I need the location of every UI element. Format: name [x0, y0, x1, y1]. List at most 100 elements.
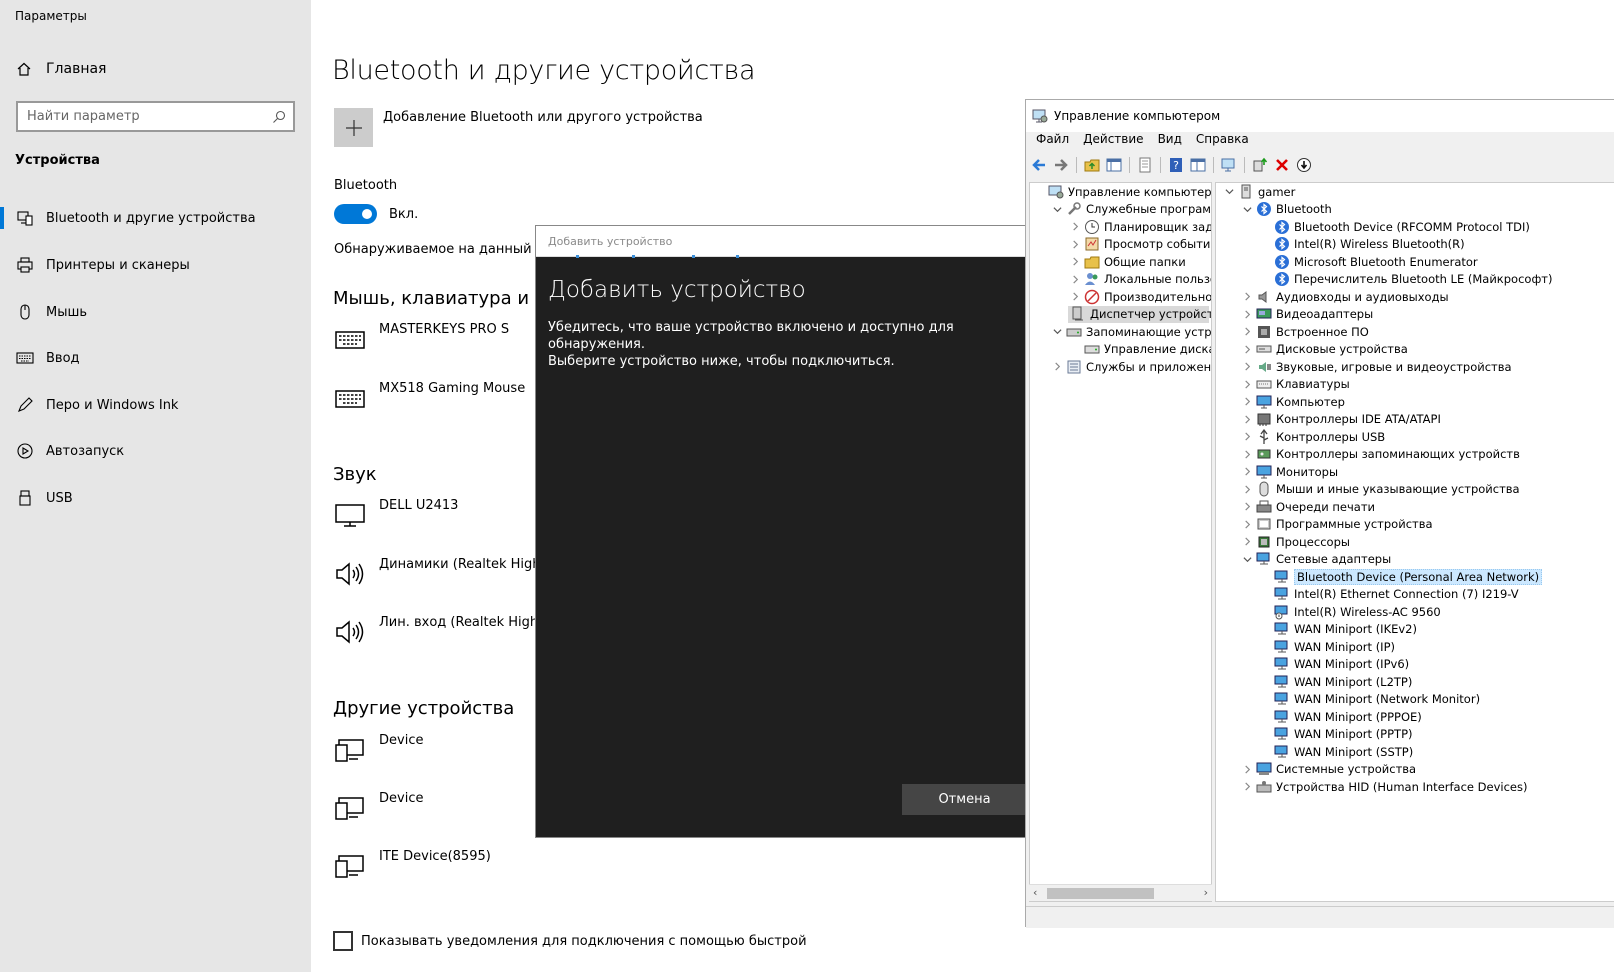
tree-item[interactable]: Общие папки [1068, 253, 1186, 270]
device-item[interactable]: DELL U2413 [334, 498, 458, 528]
bluetooth-toggle[interactable] [334, 204, 377, 224]
chevron-right-icon[interactable] [1240, 395, 1254, 409]
chevron-right-icon[interactable] [1068, 255, 1082, 269]
chevron-right-icon[interactable] [1240, 430, 1254, 444]
dialog-titlebar[interactable]: Добавить устройство [536, 226, 1025, 258]
tree-item[interactable]: Bluetooth Device (Personal Area Network) [1258, 568, 1543, 585]
scan-hardware-icon[interactable] [1220, 157, 1238, 173]
tree-item[interactable]: Службы и приложения [1050, 358, 1211, 375]
tree-item[interactable]: Управление компьютером (л [1032, 183, 1211, 200]
tree-item[interactable]: Планировщик заданий [1068, 218, 1211, 235]
chevron-down-icon[interactable] [1050, 325, 1064, 339]
cancel-button[interactable]: Отмена [902, 784, 1027, 815]
search-box[interactable] [16, 101, 295, 132]
tree-item[interactable]: Процессоры [1240, 533, 1350, 550]
tree-item[interactable]: Диспетчер устройств [1068, 305, 1211, 323]
tree-item[interactable]: Контроллеры запоминающих устройств [1240, 446, 1520, 463]
chevron-down-icon[interactable] [1222, 185, 1236, 199]
tree-item[interactable]: Просмотр событий [1068, 236, 1211, 253]
tree-item[interactable]: Клавиатуры [1240, 376, 1350, 393]
scroll-left-icon[interactable]: ‹ [1033, 886, 1037, 899]
chevron-right-icon[interactable] [1240, 762, 1254, 776]
tree-item[interactable]: WAN Miniport (PPTP) [1258, 726, 1413, 743]
sidebar-item-pen[interactable]: Перо и Windows Ink [0, 385, 311, 425]
chevron-right-icon[interactable] [1068, 220, 1082, 234]
forward-icon[interactable] [1052, 157, 1070, 173]
sidebar-item-input[interactable]: Ввод [0, 338, 311, 378]
update-driver-icon[interactable] [1251, 157, 1269, 173]
chevron-right-icon[interactable] [1240, 307, 1254, 321]
chevron-right-icon[interactable] [1240, 377, 1254, 391]
up-folder-icon[interactable] [1083, 157, 1101, 173]
chevron-right-icon[interactable] [1050, 360, 1064, 374]
tree-item[interactable]: Мыши и иные указывающие устройства [1240, 481, 1520, 498]
menu-action[interactable]: Действие [1083, 132, 1143, 152]
sidebar-item-mouse[interactable]: Мышь [0, 292, 311, 332]
tree-item[interactable]: Встроенное ПО [1240, 323, 1369, 340]
tree-item[interactable]: Компьютер [1240, 393, 1345, 410]
swift-pair-checkbox-row[interactable]: Показывать уведомления для подключения с… [333, 931, 807, 951]
scroll-right-icon[interactable]: › [1204, 886, 1208, 899]
chevron-right-icon[interactable] [1240, 447, 1254, 461]
tree-item[interactable]: Bluetooth [1240, 201, 1332, 218]
swift-pair-checkbox[interactable] [333, 931, 353, 951]
tree-item[interactable]: Очереди печати [1240, 498, 1375, 515]
tree-item[interactable]: Служебные программы [1050, 201, 1211, 218]
chevron-right-icon[interactable] [1240, 500, 1254, 514]
tree-item[interactable]: Видеоадаптеры [1240, 306, 1373, 323]
tree-item[interactable]: WAN Miniport (IPv6) [1258, 656, 1409, 673]
tree-item[interactable]: Дисковые устройства [1240, 341, 1408, 358]
sidebar-item-usb[interactable]: USB [0, 478, 311, 518]
tree-item[interactable]: Производительность [1068, 288, 1211, 305]
mmc-titlebar[interactable]: Управление компьютером [1026, 100, 1614, 132]
tree-item[interactable]: Локальные пользовате [1068, 271, 1211, 288]
search-input[interactable] [18, 103, 258, 130]
sidebar-item-autoplay[interactable]: Автозапуск [0, 431, 311, 471]
tree-item[interactable]: Программные устройства [1240, 516, 1433, 533]
sidebar-item-bluetooth[interactable]: Bluetooth и другие устройства [0, 198, 311, 238]
device-item[interactable]: ITE Device(8595) [334, 849, 491, 879]
device-item[interactable]: MASTERKEYS PRO S [334, 322, 509, 352]
tree-item[interactable]: WAN Miniport (IKEv2) [1258, 621, 1417, 638]
tree-item[interactable]: Intel(R) Wireless-AC 9560 [1258, 603, 1441, 620]
tree-item[interactable]: Мониторы [1240, 463, 1338, 480]
chevron-right-icon[interactable] [1240, 465, 1254, 479]
chevron-right-icon[interactable] [1240, 517, 1254, 531]
tree-item[interactable]: Сетевые адаптеры [1240, 551, 1391, 568]
tree-item[interactable]: WAN Miniport (SSTP) [1258, 743, 1413, 760]
chevron-down-icon[interactable] [1240, 552, 1254, 566]
tree-item[interactable]: Контроллеры IDE ATA/ATAPI [1240, 411, 1441, 428]
chevron-right-icon[interactable] [1240, 325, 1254, 339]
chevron-right-icon[interactable] [1240, 342, 1254, 356]
tree-item[interactable]: Intel(R) Wireless Bluetooth(R) [1258, 236, 1465, 253]
tree-item[interactable]: Перечислитель Bluetooth LE (Майкрософт) [1258, 271, 1552, 288]
back-icon[interactable] [1030, 157, 1048, 173]
tree-item[interactable]: Bluetooth Device (RFCOMM Protocol TDI) [1258, 218, 1530, 235]
uninstall-icon[interactable] [1273, 157, 1291, 173]
chevron-right-icon[interactable] [1240, 535, 1254, 549]
tree-item[interactable]: Устройства HID (Human Interface Devices) [1240, 778, 1527, 795]
add-device-label[interactable]: Добавление Bluetooth или другого устройс… [383, 110, 703, 125]
sidebar-item-printers[interactable]: Принтеры и сканеры [0, 245, 311, 285]
horizontal-scrollbar[interactable]: ‹ › [1029, 884, 1212, 901]
disable-device-icon[interactable] [1295, 157, 1313, 173]
search-icon[interactable] [272, 110, 286, 124]
tree-item[interactable]: Звуковые, игровые и видеоустройства [1240, 358, 1512, 375]
menu-file[interactable]: Файл [1036, 132, 1069, 152]
chevron-down-icon[interactable] [1050, 202, 1064, 216]
tree-item[interactable]: WAN Miniport (IP) [1258, 638, 1395, 655]
menu-view[interactable]: Вид [1158, 132, 1182, 152]
help-icon[interactable]: ? [1167, 157, 1185, 173]
chevron-right-icon[interactable] [1068, 237, 1082, 251]
tree-item[interactable]: Microsoft Bluetooth Enumerator [1258, 253, 1478, 270]
chevron-right-icon[interactable] [1240, 780, 1254, 794]
tree-item[interactable]: Контроллеры USB [1240, 428, 1385, 445]
tree-item[interactable]: WAN Miniport (L2TP) [1258, 673, 1412, 690]
device-item[interactable]: Лин. вход (Realtek High D [334, 615, 552, 645]
tree-item[interactable]: Запоминающие устройст [1050, 323, 1211, 340]
tree-item[interactable]: Управление дисками [1068, 341, 1211, 358]
chevron-right-icon[interactable] [1068, 272, 1082, 286]
scrollbar-thumb[interactable] [1047, 888, 1154, 899]
device-item[interactable]: Device [334, 791, 423, 821]
chevron-right-icon[interactable] [1240, 290, 1254, 304]
